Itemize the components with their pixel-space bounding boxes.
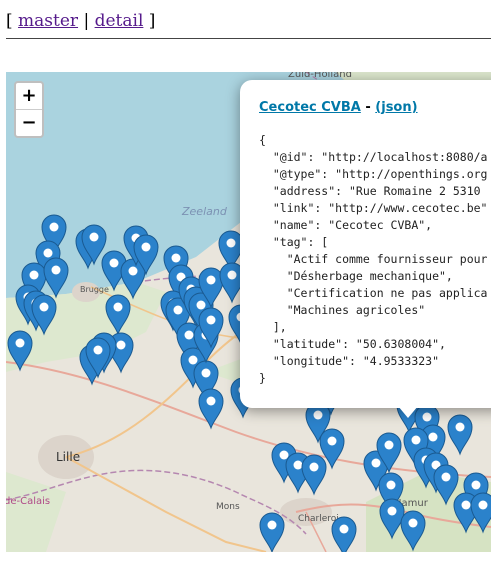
- popup-json-line: "tag": [: [272, 235, 329, 249]
- popup-json-line: {: [259, 133, 266, 147]
- popup-json-link[interactable]: (json): [375, 100, 417, 115]
- map-marker-pin[interactable]: [400, 510, 426, 552]
- zoom-control: + −: [14, 81, 44, 138]
- popup-json-line: "Actif comme fournisseur pour: [286, 252, 488, 266]
- popup-json-line: ],: [272, 320, 287, 334]
- popup-tip: [398, 406, 418, 418]
- popup-json-line: "address": "Rue Romaine 2 5310: [272, 184, 481, 198]
- top-nav: [ master | detail ]: [6, 10, 155, 32]
- map-marker-pin[interactable]: [105, 294, 131, 336]
- nav-open-bracket: [: [6, 11, 13, 31]
- popup-json-line: "Machines agricoles": [286, 303, 426, 317]
- popup-json-line: "name": "Cecotec CVBA",: [272, 218, 433, 232]
- map-marker-pin[interactable]: [7, 330, 33, 372]
- map-view[interactable]: Zuid-Holland Zeeland Brugge Lille de-Cal…: [6, 72, 491, 552]
- popup-json-line: "Certification ne pas applica: [286, 286, 488, 300]
- nav-close-bracket: ]: [148, 11, 156, 31]
- map-marker-pin[interactable]: [470, 492, 491, 534]
- popup-title-dash: -: [360, 100, 376, 115]
- popup-json-line: "longitude": "4.9533323": [272, 354, 440, 368]
- map-marker-pin[interactable]: [379, 498, 405, 540]
- popup-json-line: "latitude": "50.6308004",: [272, 337, 446, 351]
- popup-json-body: { "@id": "http://localhost:8080/a "@type…: [259, 132, 487, 387]
- map-marker-pin[interactable]: [43, 257, 69, 299]
- zoom-out-button[interactable]: −: [16, 110, 42, 136]
- map-marker-pin[interactable]: [433, 464, 459, 506]
- popup-json-line: "Désherbage mechanique",: [286, 269, 453, 283]
- popup-json-line: "@id": "http://localhost:8080/a: [272, 150, 488, 164]
- horizontal-rule: [6, 38, 491, 39]
- map-marker-pin[interactable]: [301, 454, 327, 496]
- marker-popup: Cecotec CVBA - (json) { "@id": "http://l…: [240, 80, 491, 408]
- nav-separator: |: [83, 11, 90, 31]
- map-marker-pin[interactable]: [198, 388, 224, 430]
- master-link[interactable]: master: [18, 11, 78, 31]
- popup-title-link[interactable]: Cecotec CVBA: [259, 100, 361, 115]
- map-marker-pin[interactable]: [331, 516, 357, 552]
- popup-json-line: }: [259, 371, 266, 385]
- map-marker-pin[interactable]: [447, 414, 473, 456]
- map-marker-pin[interactable]: [259, 512, 285, 552]
- popup-json-line: "@type": "http://openthings.org: [272, 167, 488, 181]
- detail-link[interactable]: detail: [95, 11, 144, 31]
- popup-json-line: "link": "http://www.cecotec.be": [272, 201, 488, 215]
- popup-header: Cecotec CVBA - (json): [259, 100, 418, 115]
- zoom-in-button[interactable]: +: [16, 83, 42, 110]
